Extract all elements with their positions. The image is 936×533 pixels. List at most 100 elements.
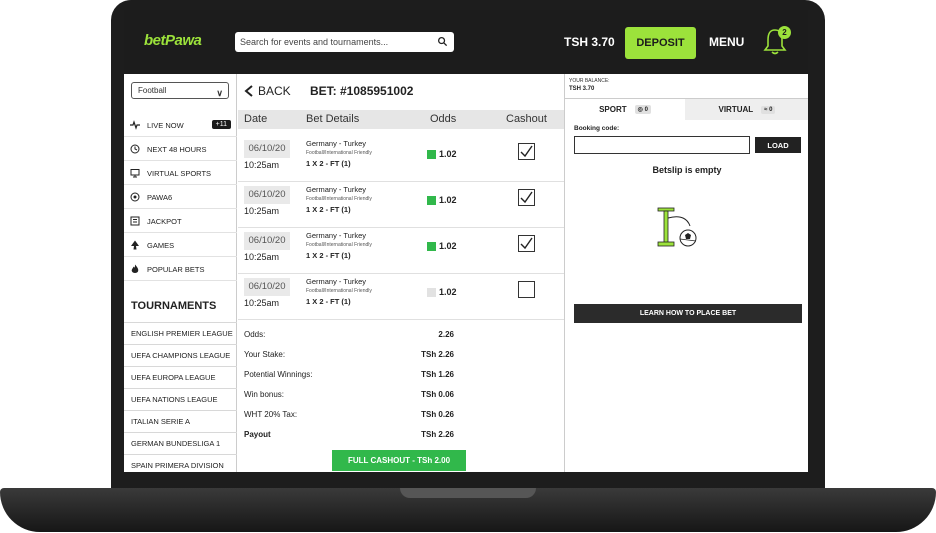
deposit-button[interactable]: DEPOSIT: [625, 27, 696, 59]
jackpot-icon: [130, 216, 140, 226]
summary-label: WHT 20% Tax:: [244, 410, 298, 419]
cashout-checkbox[interactable]: [518, 281, 535, 298]
competition-name: Football/International Friendly: [306, 150, 372, 156]
search-box[interactable]: [235, 32, 454, 52]
checkmark-icon: [520, 145, 533, 158]
search-icon[interactable]: [437, 36, 448, 47]
tournaments-heading: TOURNAMENTS: [131, 300, 217, 312]
pump-ball-illustration: [657, 207, 697, 247]
odds-status-indicator: [427, 150, 436, 159]
summary-label: Potential Winnings:: [244, 370, 313, 379]
table-row: 06/10/20 10:25am Germany - Turkey Footba…: [238, 274, 564, 320]
tournament-item[interactable]: GERMAN BUNDESLIGA 1: [124, 432, 237, 454]
sidebar-item-label: GAMES: [147, 240, 175, 250]
bet-details-panel: BACK BET: #1085951002 Date Bet Details O…: [238, 74, 564, 472]
tournament-item[interactable]: UEFA NATIONS LEAGUE: [124, 388, 237, 410]
sidebar-item-next-48-hours[interactable]: NEXT 48 HOURS: [124, 138, 237, 161]
market-pick: 1 X 2 - FT (1): [306, 297, 351, 306]
sport-select-value: Football: [138, 86, 167, 95]
checkmark-icon: [520, 237, 533, 250]
cashout-checkbox[interactable]: [518, 143, 535, 160]
sidebar-item-label: LIVE NOW: [147, 120, 184, 130]
tab-count-value: 0: [769, 106, 773, 113]
column-header: Odds: [430, 113, 457, 125]
sidebar-item-label: NEXT 48 HOURS: [147, 144, 207, 154]
ball-icon: [130, 192, 140, 202]
bet-time: 10:25am: [244, 252, 280, 262]
betslip-empty-text: Betslip is empty: [652, 165, 722, 175]
summary-value: TSh 0.06: [421, 390, 454, 399]
tab-label: SPORT: [599, 105, 627, 114]
cashout-checkbox[interactable]: [518, 235, 535, 252]
summary-label: Win bonus:: [244, 390, 285, 399]
match-name: Germany - Turkey: [306, 139, 367, 148]
header-balance: TSH 3.70: [564, 35, 615, 49]
tab-count: ≈ 0: [761, 105, 776, 114]
sidebar-item-label: PAWA6: [147, 192, 173, 202]
sidebar-item-live-now[interactable]: LIVE NOW +11: [124, 114, 237, 137]
summary-value: 2.26: [438, 330, 454, 339]
odds-value: 1.02: [439, 149, 457, 159]
odds-value: 1.02: [439, 195, 457, 205]
sidebar-item-games[interactable]: GAMES: [124, 234, 237, 257]
summary-value: TSh 2.26: [421, 350, 454, 359]
bet-time: 10:25am: [244, 160, 280, 170]
tournament-item[interactable]: ITALIAN SERIE A: [124, 410, 237, 432]
table-row: 06/10/20 10:25am Germany - Turkey Footba…: [238, 228, 564, 274]
bet-time: 10:25am: [244, 206, 280, 216]
sidebar-item-jackpot[interactable]: JACKPOT: [124, 210, 237, 233]
full-cashout-button[interactable]: FULL CASHOUT - TSh 2.00: [332, 450, 466, 471]
bet-date: 06/10/20: [244, 140, 290, 158]
odds-value: 1.02: [439, 241, 457, 251]
betslip-balance-value: TSH 3.70: [569, 86, 595, 92]
tournament-item[interactable]: ENGLISH PREMIER LEAGUE: [124, 322, 237, 344]
cashout-checkbox[interactable]: [518, 189, 535, 206]
sidebar-item-virtual-sports[interactable]: VIRTUAL SPORTS: [124, 162, 237, 185]
bet-title: BET: #1085951002: [310, 84, 414, 98]
competition-name: Football/International Friendly: [306, 196, 372, 202]
summary-value: TSh 1.26: [421, 370, 454, 379]
learn-how-to-place-bet-button[interactable]: LEARN HOW TO PLACE BET: [574, 304, 802, 323]
live-count-badge: +11: [211, 120, 231, 129]
booking-code-label: Booking code:: [574, 125, 620, 132]
sidebar-item-label: JACKPOT: [147, 216, 182, 226]
bet-date: 06/10/20: [244, 278, 290, 296]
sidebar-item-popular-bets[interactable]: POPULAR BETS: [124, 258, 237, 281]
laptop-notch: [400, 488, 536, 498]
market-pick: 1 X 2 - FT (1): [306, 205, 351, 214]
tab-count: ◎ 0: [634, 105, 651, 114]
tournament-item[interactable]: UEFA EUROPA LEAGUE: [124, 366, 237, 388]
tournament-item[interactable]: SPAIN PRIMERA DIVISION: [124, 454, 237, 472]
sport-select[interactable]: Football ∨: [131, 82, 229, 99]
competition-name: Football/International Friendly: [306, 242, 372, 248]
competition-name: Football/International Friendly: [306, 288, 372, 294]
sidebar-item-pawa6[interactable]: PAWA6: [124, 186, 237, 209]
market-pick: 1 X 2 - FT (1): [306, 251, 351, 260]
tab-label: VIRTUAL: [718, 105, 754, 114]
betslip-tabs: SPORT ◎ 0 VIRTUAL ≈ 0: [565, 98, 808, 120]
top-bar: betPawa TSH 3.70 DEPOSIT MENU 2: [124, 10, 808, 74]
monitor-icon: [130, 169, 140, 178]
tab-sport[interactable]: SPORT ◎ 0: [565, 99, 685, 120]
logo[interactable]: betPawa: [144, 32, 202, 49]
match-name: Germany - Turkey: [306, 277, 367, 286]
search-input[interactable]: [235, 37, 430, 47]
summary-value: TSh 0.26: [421, 410, 454, 419]
checkmark-icon: [520, 191, 533, 204]
pulse-icon: [130, 120, 140, 130]
app-screen: betPawa TSH 3.70 DEPOSIT MENU 2 Football…: [124, 10, 808, 472]
back-button[interactable]: BACK: [244, 84, 291, 98]
odds-status-indicator: [427, 242, 436, 251]
summary-label: Payout: [244, 430, 271, 439]
notification-badge: 2: [778, 26, 791, 39]
booking-code-input[interactable]: [574, 136, 750, 154]
tournament-item[interactable]: UEFA CHAMPIONS LEAGUE: [124, 344, 237, 366]
bet-time: 10:25am: [244, 298, 280, 308]
column-header: Cashout: [506, 113, 547, 125]
spade-icon: [131, 240, 139, 250]
menu-button[interactable]: MENU: [709, 35, 744, 49]
load-button[interactable]: LOAD: [755, 137, 801, 153]
tab-virtual[interactable]: VIRTUAL ≈ 0: [685, 99, 808, 120]
sidebar: Football ∨ LIVE NOW +11 NEXT 48 HOURS VI…: [124, 74, 237, 472]
bet-date: 06/10/20: [244, 186, 290, 204]
